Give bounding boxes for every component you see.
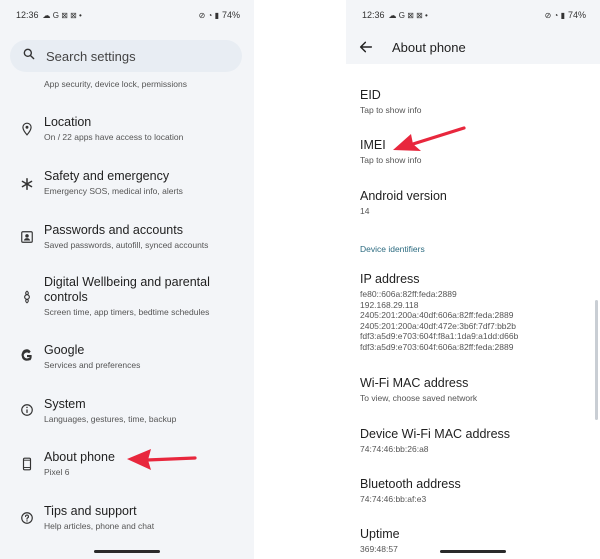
notification-icons: ☁ G ⊠ ⊠ •	[388, 10, 428, 20]
account-box-icon	[20, 230, 34, 244]
row-bluetooth-address[interactable]: Bluetooth address 74:74:46:bb:af:e3	[360, 477, 592, 505]
scrollbar-thumb[interactable]	[595, 300, 598, 420]
row-value: 74:74:46:bb:af:e3	[360, 494, 427, 504]
search-settings-bar[interactable]: Search settings	[10, 40, 242, 72]
row-value: To view, choose saved network	[360, 393, 478, 403]
status-time: 12:36	[362, 10, 385, 20]
setting-safety-emergency[interactable]: Safety and emergency Emergency SOS, medi…	[0, 168, 254, 204]
battery-percent: 74%	[221, 10, 240, 20]
setting-subtitle: Screen time, app timers, bedtime schedul…	[44, 307, 210, 317]
setting-title: Safety and emergency	[44, 169, 170, 183]
annotation-arrow-icon	[127, 449, 197, 470]
annotation-arrow-icon	[393, 126, 466, 151]
row-title: IP address	[360, 272, 420, 286]
setting-passwords-accounts[interactable]: Passwords and accounts Saved passwords, …	[0, 222, 254, 258]
gesture-nav-bar[interactable]	[440, 550, 506, 553]
info-icon	[20, 403, 34, 417]
row-value: Tap to show info	[360, 105, 422, 115]
status-bar: 12:36 ☁ G ⊠ ⊠ • ⊘ ◔ ▮ 74%	[0, 0, 254, 30]
app-bar: About phone	[346, 30, 600, 64]
setting-subtitle: Languages, gestures, time, backup	[44, 414, 177, 424]
search-placeholder: Search settings	[46, 48, 136, 64]
row-value: 14	[360, 206, 370, 216]
status-bar: 12:36 ☁ G ⊠ ⊠ • ⊘ ◔ ▮ 74%	[346, 0, 600, 30]
setting-tips-support[interactable]: Tips and support Help articles, phone an…	[0, 503, 254, 539]
gesture-nav-bar[interactable]	[94, 550, 160, 553]
setting-location[interactable]: Location On / 22 apps have access to loc…	[0, 114, 254, 150]
section-header-device-identifiers: Device identifiers	[360, 244, 425, 254]
setting-title: Digital Wellbeing and parental controls	[44, 275, 210, 304]
setting-subtitle: Saved passwords, autofill, synced accoun…	[44, 240, 209, 250]
google-g-icon	[20, 349, 34, 363]
help-icon	[20, 511, 34, 525]
wellbeing-icon	[20, 290, 34, 304]
settings-screen: 12:36 ☁ G ⊠ ⊠ • ⊘ ◔ ▮ 74% Search setting…	[0, 0, 254, 559]
setting-digital-wellbeing[interactable]: Digital Wellbeing and parental controls …	[0, 274, 254, 322]
row-title: Uptime	[360, 527, 400, 541]
setting-subtitle: Help articles, phone and chat	[44, 521, 155, 531]
setting-subtitle: Emergency SOS, medical info, alerts	[44, 186, 183, 196]
setting-title: Passwords and accounts	[44, 223, 183, 237]
row-value: 74:74:46:bb:26:a8	[360, 444, 429, 454]
row-title: Android version	[360, 189, 447, 203]
setting-title: Google	[44, 343, 85, 357]
row-title: Device Wi-Fi MAC address	[360, 427, 511, 441]
back-arrow-icon[interactable]	[356, 37, 376, 57]
setting-subtitle: On / 22 apps have access to location	[44, 132, 184, 142]
row-android-version[interactable]: Android version 14	[360, 189, 592, 217]
row-value: fe80::606a:82ff:feda:2889 192.168.29.118…	[360, 289, 519, 352]
row-ip-address[interactable]: IP address fe80::606a:82ff:feda:2889 192…	[360, 272, 592, 352]
setting-title: Location	[44, 115, 92, 129]
row-device-wifi-mac[interactable]: Device Wi-Fi MAC address 74:74:46:bb:26:…	[360, 427, 592, 455]
battery-percent: 74%	[567, 10, 586, 20]
security-subtitle: App security, device lock, permissions	[44, 79, 187, 89]
location-pin-icon	[20, 122, 34, 136]
row-eid[interactable]: EID Tap to show info	[360, 88, 592, 116]
status-time: 12:36	[16, 10, 39, 20]
status-icons: ⊘ ◔ ▮	[198, 10, 219, 20]
row-title: Bluetooth address	[360, 477, 461, 491]
page-title: About phone	[392, 39, 466, 55]
row-wifi-mac[interactable]: Wi-Fi MAC address To view, choose saved …	[360, 376, 592, 404]
setting-title: Tips and support	[44, 504, 137, 518]
about-phone-screen: 12:36 ☁ G ⊠ ⊠ • ⊘ ◔ ▮ 74% About phone EI…	[346, 0, 600, 559]
setting-title: System	[44, 397, 86, 411]
row-title: EID	[360, 88, 381, 102]
status-icons: ⊘ ◔ ▮	[544, 10, 565, 20]
setting-system[interactable]: System Languages, gestures, time, backup	[0, 396, 254, 432]
row-value: Tap to show info	[360, 155, 422, 165]
setting-subtitle: Services and preferences	[44, 360, 141, 370]
about-phone-list: EID Tap to show info IMEI Tap to show in…	[346, 64, 600, 559]
notification-icons: ☁ G ⊠ ⊠ •	[42, 10, 82, 20]
setting-google[interactable]: Google Services and preferences	[0, 342, 254, 378]
row-title: Wi-Fi MAC address	[360, 376, 469, 390]
asterisk-icon	[20, 177, 34, 191]
phone-icon	[20, 457, 34, 471]
search-icon	[22, 47, 36, 66]
